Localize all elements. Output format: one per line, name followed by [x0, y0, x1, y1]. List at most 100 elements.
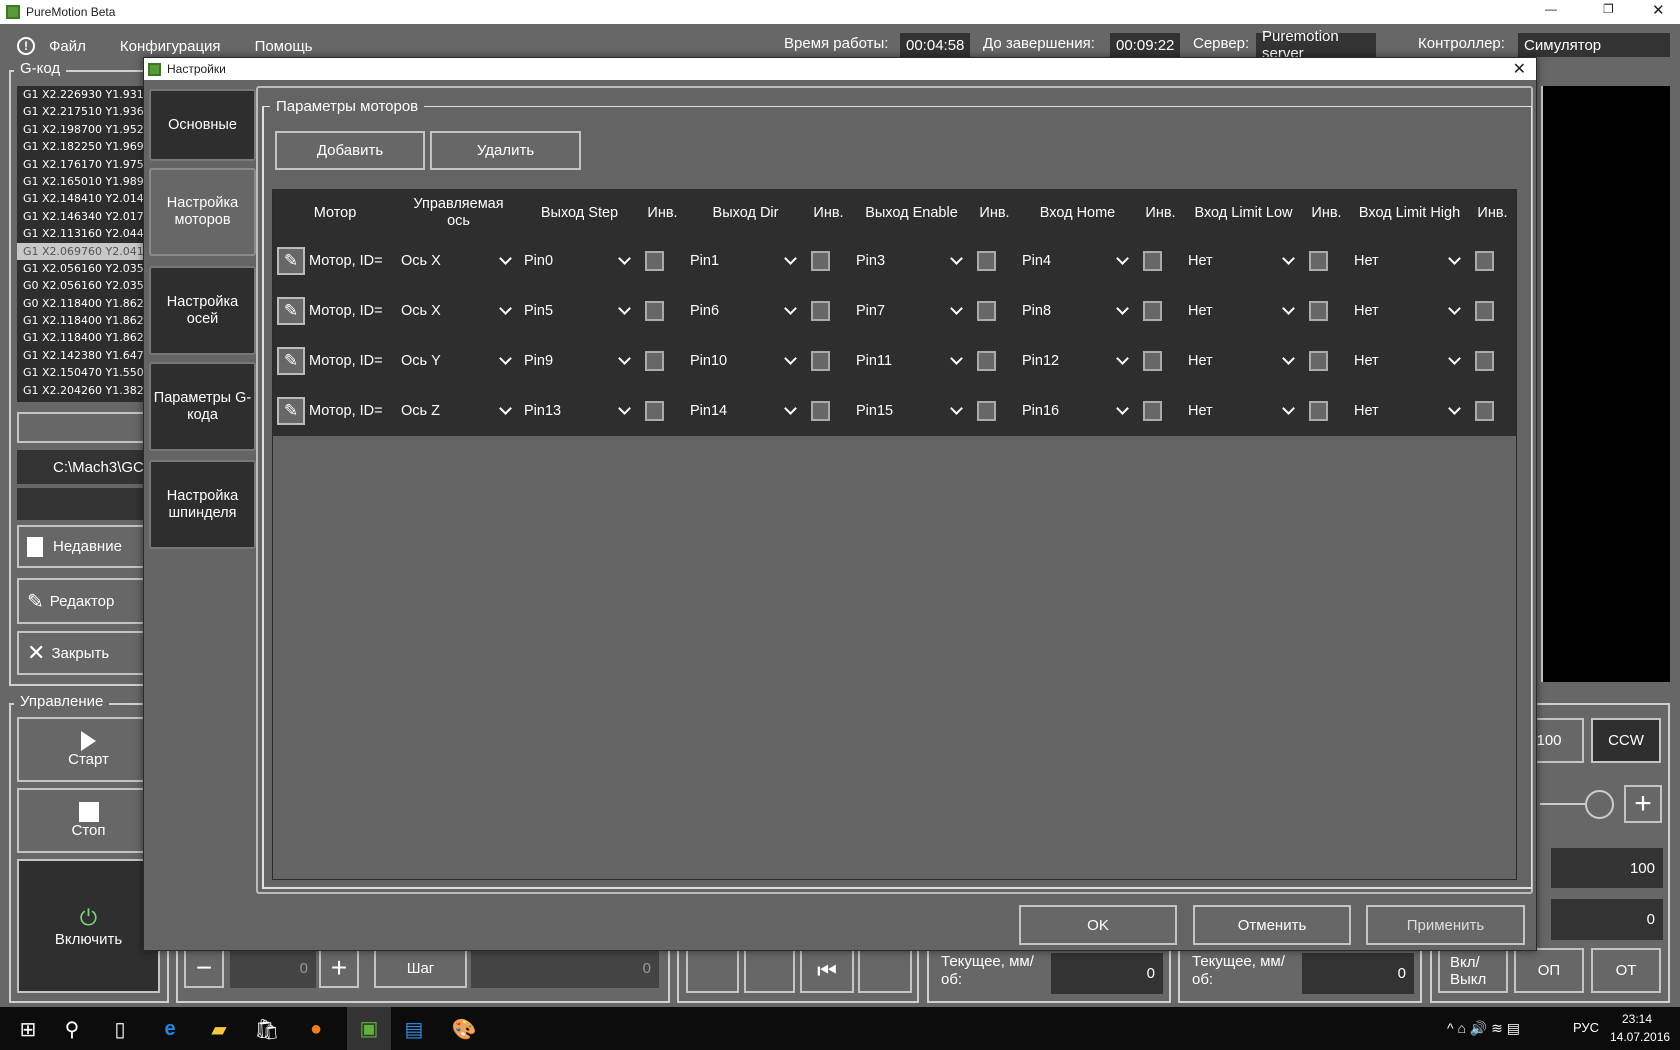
limit-low-invert-checkbox[interactable]	[1309, 251, 1328, 271]
limit-high-select[interactable]: Нет	[1350, 302, 1469, 319]
enable-select[interactable]: Pin3	[852, 252, 971, 269]
start-button[interactable]: Старт	[17, 717, 160, 782]
home-invert-checkbox[interactable]	[1143, 301, 1162, 321]
gcode-line[interactable]: G0 X2.118400 Y1.862	[17, 295, 159, 312]
limit-high-invert-checkbox[interactable]	[1475, 401, 1494, 421]
task-view-icon[interactable]: ▯	[106, 1015, 134, 1043]
step-select[interactable]: Pin5	[520, 302, 639, 319]
home-invert-checkbox[interactable]	[1143, 351, 1162, 371]
close-window-button[interactable]: ✕	[1652, 1, 1665, 19]
edit-motor-button[interactable]: ✎	[277, 347, 305, 375]
step-invert-checkbox[interactable]	[645, 401, 664, 421]
clock-date[interactable]: 14.07.2016	[1610, 1030, 1670, 1044]
gcode-line[interactable]: G1 X2.056160 Y2.035	[17, 260, 159, 277]
dir-invert-checkbox[interactable]	[811, 401, 830, 421]
app-window-icon[interactable]: ▤	[400, 1015, 428, 1043]
onoff-button[interactable]: Вкл/ Выкл	[1438, 948, 1508, 993]
home-invert-checkbox[interactable]	[1143, 401, 1162, 421]
home-select[interactable]: Pin4	[1018, 252, 1137, 269]
add-motor-button[interactable]: Добавить	[275, 131, 425, 170]
playback-button-2[interactable]	[744, 948, 795, 993]
jog-plus-button[interactable]: +	[319, 948, 359, 988]
limit-low-select[interactable]: Нет	[1184, 402, 1303, 419]
ok-button[interactable]: OK	[1019, 905, 1177, 945]
step-invert-checkbox[interactable]	[645, 301, 664, 321]
gcode-line[interactable]: G1 X2.217510 Y1.936	[17, 103, 159, 120]
limit-low-invert-checkbox[interactable]	[1309, 351, 1328, 371]
puremotion-taskbar-icon[interactable]: ▣	[347, 1007, 391, 1050]
spindle-plus-button[interactable]: +	[1624, 785, 1662, 823]
jog-minus-button[interactable]: −	[184, 948, 224, 988]
limit-low-invert-checkbox[interactable]	[1309, 301, 1328, 321]
limit-low-invert-checkbox[interactable]	[1309, 401, 1328, 421]
language-indicator[interactable]: РУС	[1573, 1020, 1599, 1035]
limit-low-select[interactable]: Нет	[1184, 252, 1303, 269]
step-invert-checkbox[interactable]	[645, 251, 664, 271]
limit-low-select[interactable]: Нет	[1184, 302, 1303, 319]
limit-low-select[interactable]: Нет	[1184, 352, 1303, 369]
enable-invert-checkbox[interactable]	[977, 401, 996, 421]
store-icon[interactable]: 🛍	[253, 1015, 281, 1043]
jog-value-field[interactable]: 0	[230, 948, 316, 988]
menu-configuration[interactable]: Конфигурация	[120, 38, 221, 55]
skip-to-start-button[interactable]: ⏮	[800, 948, 854, 993]
dir-select[interactable]: Pin6	[686, 302, 805, 319]
gcode-line[interactable]: G1 X2.182250 Y1.969	[17, 138, 159, 155]
cancel-button[interactable]: Отменить	[1193, 905, 1351, 945]
gcode-line[interactable]: G1 X2.146340 Y2.017	[17, 208, 159, 225]
edge-icon[interactable]: e	[156, 1015, 184, 1043]
tab-general[interactable]: Основные	[149, 89, 256, 161]
axis-select[interactable]: Ось Z	[397, 402, 520, 419]
paint-icon[interactable]: 🎨	[450, 1015, 478, 1043]
home-invert-checkbox[interactable]	[1143, 251, 1162, 271]
ccw-button[interactable]: CCW	[1591, 718, 1661, 763]
edit-motor-button[interactable]: ✎	[277, 297, 305, 325]
playback-button-4[interactable]	[858, 948, 912, 993]
dir-invert-checkbox[interactable]	[811, 251, 830, 271]
gcode-line[interactable]: G1 X2.069760 Y2.041	[17, 242, 159, 260]
apply-button[interactable]: Применить	[1366, 905, 1525, 945]
spindle-slider-track[interactable]	[1540, 803, 1590, 805]
spindle-slider-handle[interactable]	[1585, 790, 1614, 819]
remove-motor-button[interactable]: Удалить	[430, 131, 581, 170]
dir-select[interactable]: Pin1	[686, 252, 805, 269]
edit-motor-button[interactable]: ✎	[277, 247, 305, 275]
gcode-search-box[interactable]	[17, 412, 159, 443]
tray-icons[interactable]: ^ ⌂ 🔊 ≋ ▤	[1447, 1020, 1520, 1037]
gcode-line[interactable]: G1 X2.150470 Y1.550	[17, 364, 159, 381]
gcode-line[interactable]: G1 X2.176170 Y1.975	[17, 156, 159, 173]
gcode-line[interactable]: G1 X2.204260 Y1.382	[17, 382, 159, 399]
limit-high-select[interactable]: Нет	[1350, 252, 1469, 269]
tab-spindle[interactable]: Настройка шпинделя	[149, 460, 256, 549]
axis-select[interactable]: Ось X	[397, 252, 520, 269]
dir-invert-checkbox[interactable]	[811, 301, 830, 321]
search-icon[interactable]: ⚲	[58, 1015, 86, 1043]
dir-select[interactable]: Pin10	[686, 352, 805, 369]
limit-high-select[interactable]: Нет	[1350, 352, 1469, 369]
limit-high-invert-checkbox[interactable]	[1475, 251, 1494, 271]
menu-help[interactable]: Помощь	[255, 38, 313, 55]
step-select[interactable]: Pin0	[520, 252, 639, 269]
stop-button[interactable]: Стоп	[17, 788, 160, 853]
gcode-line[interactable]: G1 X2.226930 Y1.931	[17, 86, 159, 103]
enable-invert-checkbox[interactable]	[977, 351, 996, 371]
gcode-line[interactable]: G1 X2.142380 Y1.647	[17, 347, 159, 364]
playback-button-1[interactable]	[686, 948, 739, 993]
alert-icon[interactable]: !	[17, 37, 35, 55]
edit-motor-button[interactable]: ✎	[277, 397, 305, 425]
gcode-line[interactable]: G1 X2.113160 Y2.044	[17, 225, 159, 242]
ot-button[interactable]: ОТ	[1591, 948, 1661, 993]
clock-time[interactable]: 23:14	[1622, 1012, 1652, 1026]
step-value-field[interactable]: 0	[471, 948, 659, 988]
axis-select[interactable]: Ось Y	[397, 352, 520, 369]
spindle-value-1[interactable]: 100	[1551, 848, 1663, 888]
enable-invert-checkbox[interactable]	[977, 251, 996, 271]
tab-gcode-params[interactable]: Параметры G-кода	[149, 362, 256, 451]
tab-axes[interactable]: Настройка осей	[149, 266, 256, 355]
axis-select[interactable]: Ось X	[397, 302, 520, 319]
limit-high-invert-checkbox[interactable]	[1475, 301, 1494, 321]
restore-button[interactable]: ❐	[1603, 2, 1614, 16]
gcode-line[interactable]: G0 X2.056160 Y2.035	[17, 277, 159, 294]
spindle-value-2[interactable]: 0	[1551, 899, 1663, 940]
gcode-line[interactable]: G1 X2.165010 Y1.989	[17, 173, 159, 190]
